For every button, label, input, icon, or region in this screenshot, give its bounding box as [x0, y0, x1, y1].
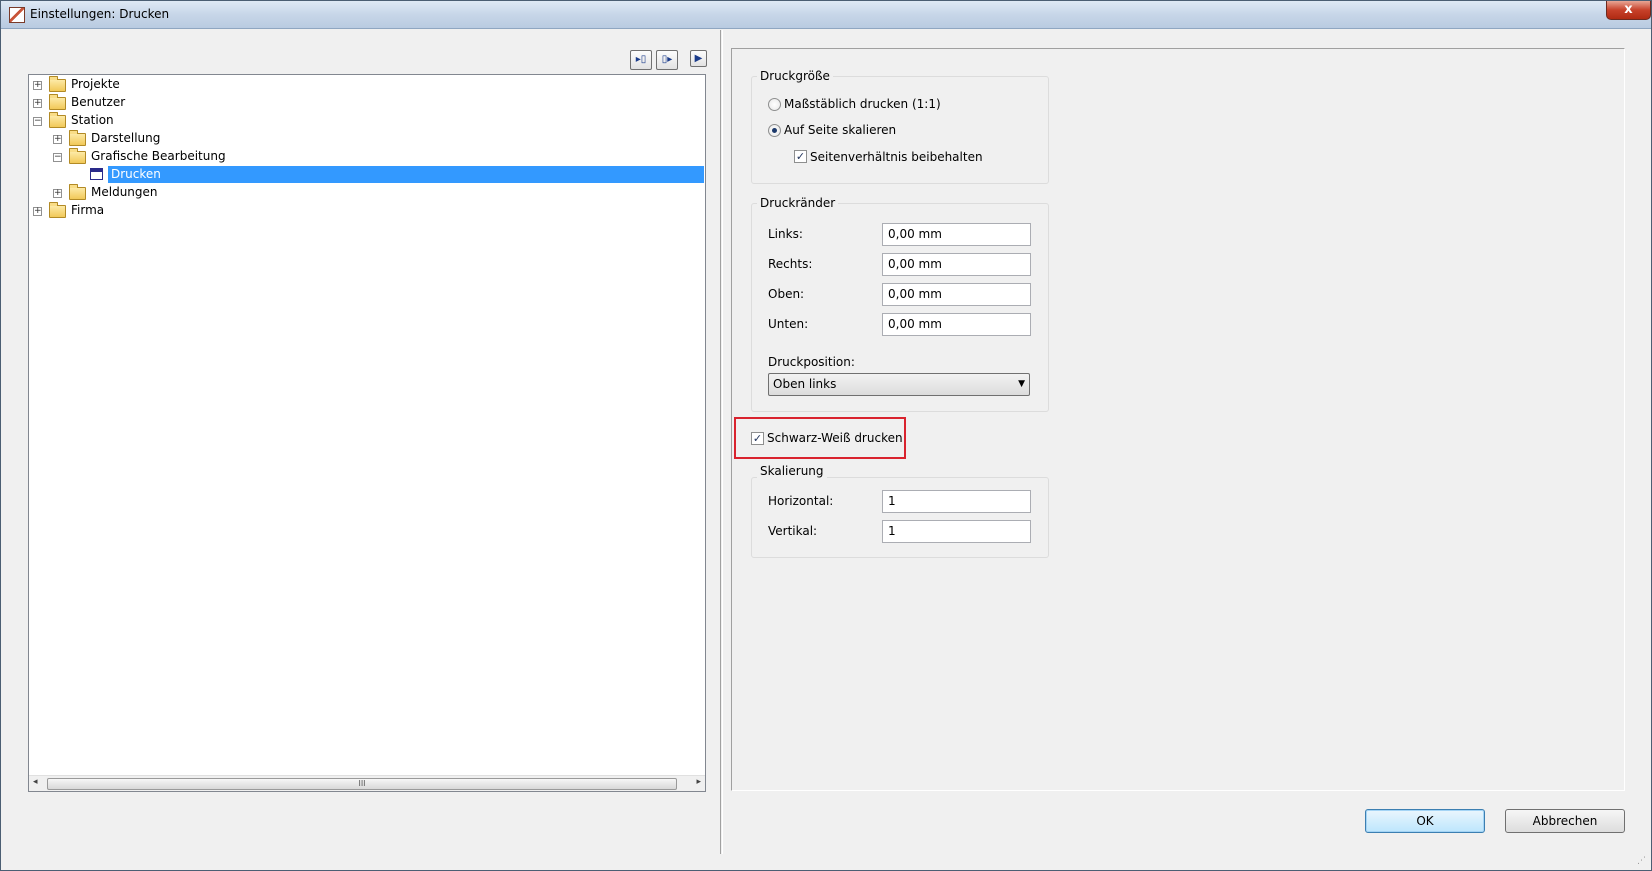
tree-node-benutzer[interactable]: + Benutzer — [29, 93, 699, 111]
group-title-druckgroesse: Druckgröße — [757, 69, 833, 83]
tree-node-label: Grafische Bearbeitung — [91, 149, 226, 163]
expand-icon[interactable]: + — [33, 207, 42, 216]
folder-icon — [69, 148, 86, 164]
label-unten: Unten: — [768, 317, 809, 331]
tree-node-label: Projekte — [71, 77, 120, 91]
tree-node-grafische-bearbeitung[interactable]: − Grafische Bearbeitung — [29, 147, 699, 165]
expand-icon[interactable]: + — [53, 189, 62, 198]
print-settings-icon — [90, 168, 103, 180]
tree-node-label: Meldungen — [91, 185, 158, 199]
group-title-skalierung: Skalierung — [757, 464, 827, 478]
tree-node-label: Benutzer — [71, 95, 126, 109]
folder-icon — [49, 76, 66, 92]
checkbox-schwarz-weiss[interactable]: ✓ — [751, 432, 764, 445]
expand-icon[interactable]: + — [33, 99, 42, 108]
horizontal-input[interactable]: 1 — [882, 490, 1031, 513]
label-auf-seite-skalieren: Auf Seite skalieren — [784, 123, 897, 137]
scrollbar-thumb[interactable]: III — [47, 778, 677, 790]
folder-icon — [49, 94, 66, 110]
group-title-druckraender: Druckränder — [757, 196, 839, 210]
close-icon[interactable]: x — [1606, 1, 1651, 20]
tree-node-meldungen[interactable]: + Meldungen — [29, 183, 699, 201]
tree-node-label: Darstellung — [91, 131, 161, 145]
scroll-left-icon[interactable]: ◂ — [33, 777, 38, 787]
checkbox-seitenverhaeltnis[interactable]: ✓ — [794, 150, 807, 163]
radio-massstaeblich[interactable] — [768, 98, 781, 111]
pane-splitter[interactable] — [720, 30, 723, 854]
label-horizontal: Horizontal: — [768, 494, 834, 508]
label-schwarz-weiss: Schwarz-Weiß drucken — [767, 431, 903, 445]
cancel-button[interactable]: Abbrechen — [1505, 809, 1625, 833]
folder-icon — [69, 184, 86, 200]
ok-button[interactable]: OK — [1365, 809, 1485, 833]
tree-node-label: Drucken — [111, 167, 161, 181]
title-bar: Einstellungen: Drucken x — [1, 1, 1651, 29]
window-title: Einstellungen: Drucken — [30, 7, 170, 21]
radio-auf-seite-skalieren[interactable] — [768, 124, 781, 137]
druckposition-select[interactable]: Oben links ▼ — [768, 373, 1030, 396]
label-links: Links: — [768, 227, 803, 241]
tree-node-firma[interactable]: + Firma — [29, 201, 699, 219]
resize-grip-icon[interactable]: ⋰ — [1637, 856, 1646, 866]
settings-dialog: Einstellungen: Drucken x ▸▯ ▯▸ ▶ + Proje… — [0, 0, 1652, 871]
expand-icon[interactable]: + — [53, 135, 62, 144]
folder-icon — [49, 112, 66, 128]
label-oben: Oben: — [768, 287, 805, 301]
tree-node-station[interactable]: − Station — [29, 111, 699, 129]
vertikal-input[interactable]: 1 — [882, 520, 1031, 543]
settings-tree[interactable]: + Projekte + Benutzer − Station + Darste… — [28, 74, 706, 792]
unten-input[interactable]: 0,00 mm — [882, 313, 1031, 336]
chevron-down-icon: ▼ — [1018, 379, 1025, 389]
label-seitenverhaeltnis: Seitenverhältnis beibehalten — [810, 150, 983, 164]
druckposition-value: Oben links — [773, 377, 837, 391]
label-druckposition: Druckposition: — [768, 355, 855, 369]
expand-icon[interactable]: + — [33, 81, 42, 90]
oben-input[interactable]: 0,00 mm — [882, 283, 1031, 306]
rechts-input[interactable]: 0,00 mm — [882, 253, 1031, 276]
expand-pane-icon[interactable]: ▯▸ — [656, 50, 678, 70]
scroll-right-icon[interactable]: ▸ — [696, 777, 701, 787]
label-vertikal: Vertikal: — [768, 524, 818, 538]
settings-app-icon — [9, 7, 25, 23]
folder-icon — [69, 130, 86, 146]
label-rechts: Rechts: — [768, 257, 813, 271]
folder-icon — [49, 202, 66, 218]
tree-node-projekte[interactable]: + Projekte — [29, 75, 699, 93]
tree-node-drucken[interactable]: Drucken — [29, 165, 699, 183]
collapse-icon[interactable]: − — [53, 153, 62, 162]
tree-node-label: Station — [71, 113, 114, 127]
collapse-pane-icon[interactable]: ▸▯ — [630, 50, 652, 70]
tree-horizontal-scrollbar[interactable]: ◂ III ▸ — [29, 775, 705, 791]
tree-node-darstellung[interactable]: + Darstellung — [29, 129, 699, 147]
tree-node-label: Firma — [71, 203, 105, 217]
collapse-icon[interactable]: − — [33, 117, 42, 126]
play-icon[interactable]: ▶ — [690, 50, 707, 67]
label-massstaeblich: Maßstäblich drucken (1:1) — [784, 97, 941, 111]
links-input[interactable]: 0,00 mm — [882, 223, 1031, 246]
